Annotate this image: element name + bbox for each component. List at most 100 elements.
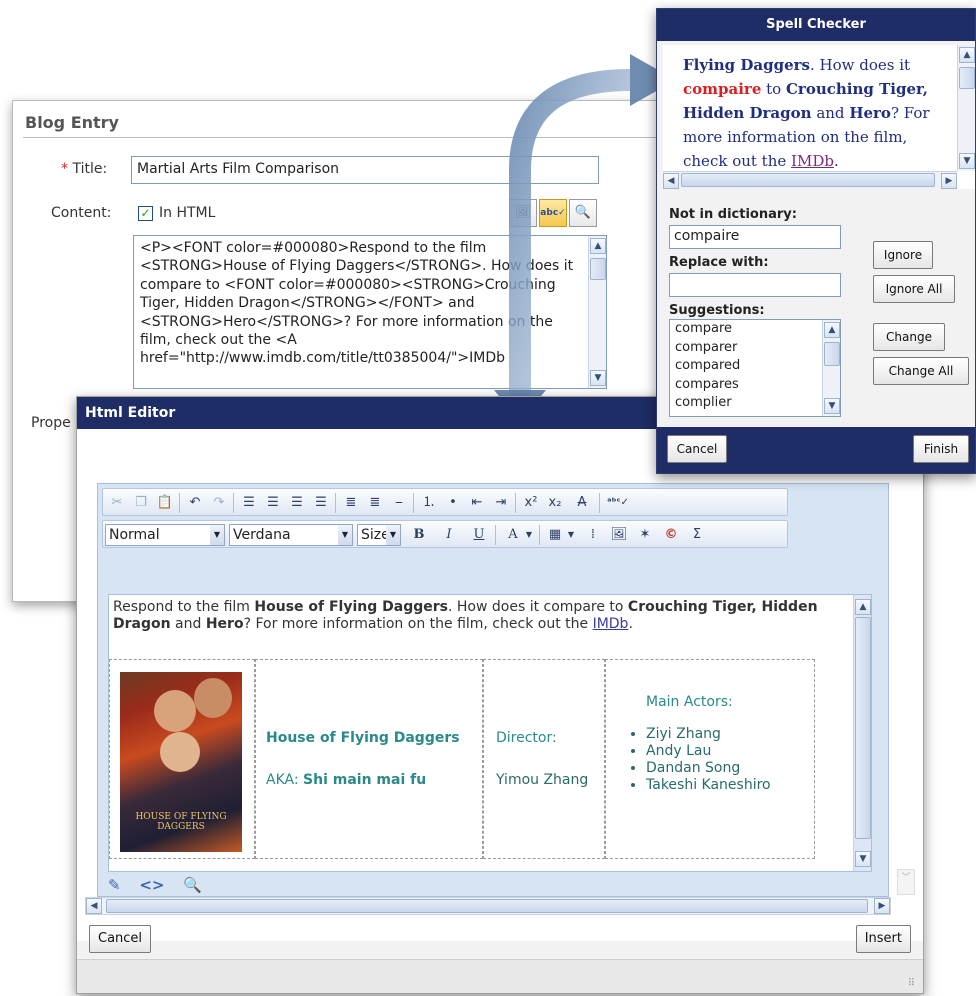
paste-icon[interactable]: 📋 xyxy=(155,492,175,514)
editor-content-area[interactable]: Respond to the film House of Flying Dagg… xyxy=(108,594,872,872)
replace-with-label: Replace with: xyxy=(669,255,769,270)
list-item[interactable]: complier xyxy=(670,394,840,413)
align-center-icon[interactable]: ☰ xyxy=(263,492,283,514)
scroll-left-icon[interactable]: ◀ xyxy=(663,173,679,189)
text-span: . How does it xyxy=(809,56,911,74)
aka-line: AKA: Shi main mai fu xyxy=(266,772,426,788)
ignore-all-button[interactable]: Ignore All xyxy=(873,275,955,303)
italic-button[interactable]: I xyxy=(439,524,459,546)
list-item[interactable]: compare xyxy=(670,320,840,339)
font-size-select[interactable]: Size ▼ xyxy=(357,524,401,546)
replace-with-input[interactable] xyxy=(669,273,841,297)
insert-image-toolbar-icon[interactable]: 🖼 xyxy=(609,524,629,546)
chevron-down-icon[interactable]: ﹀ xyxy=(898,870,914,883)
bold-button[interactable]: B xyxy=(409,524,429,546)
cancel-button[interactable]: Cancel xyxy=(89,925,152,953)
text-span: . xyxy=(628,616,633,632)
subscript-icon[interactable]: x₂ xyxy=(545,492,565,514)
scroll-up-icon[interactable]: ▲ xyxy=(855,599,871,615)
suggestions-list[interactable]: compare comparer compared compares compl… xyxy=(669,319,841,417)
redo-icon[interactable]: ↷ xyxy=(209,492,229,514)
vertical-scrollbar[interactable]: ▲ ▼ xyxy=(957,45,975,171)
imdb-link[interactable]: IMDb xyxy=(791,152,834,170)
separator xyxy=(599,493,600,513)
line-spacing-icon[interactable]: ≣ xyxy=(365,492,385,514)
horizontal-scrollbar[interactable]: ◀ ▶ xyxy=(663,171,957,189)
insert-media-icon[interactable]: ✶ xyxy=(635,524,655,546)
justify-icon[interactable]: ☰ xyxy=(311,492,331,514)
change-button[interactable]: Change xyxy=(873,323,945,351)
imdb-link[interactable]: IMDb xyxy=(593,616,629,632)
numbered-list-icon[interactable]: ⒈ xyxy=(419,492,439,514)
in-html-checkbox[interactable]: ✓ xyxy=(138,206,153,221)
paragraph-spacing-icon[interactable]: ≣ xyxy=(341,492,361,514)
scroll-thumb[interactable] xyxy=(681,173,935,187)
scroll-left-icon[interactable]: ◀ xyxy=(86,898,102,914)
resize-grip-icon[interactable]: ⠿ xyxy=(908,978,915,989)
text-span: . xyxy=(833,152,839,170)
scroll-up-icon[interactable]: ▲ xyxy=(959,47,975,63)
scroll-thumb[interactable] xyxy=(824,342,840,366)
design-mode-icon[interactable]: ✎ xyxy=(108,876,121,894)
finish-button[interactable]: Finish xyxy=(913,435,969,463)
scroll-thumb[interactable] xyxy=(106,899,868,913)
insert-button[interactable]: Insert xyxy=(855,925,911,953)
spell-checker-footer: Cancel Finish xyxy=(657,427,975,473)
director-label: Director: xyxy=(496,730,557,746)
outer-vertical-scrollbar[interactable]: ﹀ xyxy=(897,869,915,895)
film-title: House of Flying Daggers xyxy=(266,730,460,746)
scroll-right-icon[interactable]: ▶ xyxy=(941,173,957,189)
preview-mode-icon[interactable]: 🔍 xyxy=(183,876,202,894)
scroll-thumb[interactable] xyxy=(959,67,975,89)
scroll-thumb[interactable] xyxy=(855,617,871,839)
table-icon[interactable]: ▦ xyxy=(545,524,565,546)
toolbar-row-1: ✂ ❐ 📋 ↶ ↷ ☰ ☰ ☰ ☰ ≣ ≣ ⎯ ⒈ • ⇤ ⇥ x² x₂ A … xyxy=(102,488,788,516)
symbol-icon[interactable]: Σ xyxy=(687,524,707,546)
horizontal-rule-icon[interactable]: ⎯ xyxy=(389,492,409,514)
underline-button[interactable]: U xyxy=(469,524,489,546)
scroll-down-icon[interactable]: ▼ xyxy=(855,851,871,867)
scroll-down-icon[interactable]: ▼ xyxy=(824,398,840,414)
content-paragraph: Respond to the film House of Flying Dagg… xyxy=(113,599,853,633)
align-left-icon[interactable]: ☰ xyxy=(239,492,259,514)
not-in-dictionary-field[interactable]: compaire xyxy=(669,225,841,249)
list-item[interactable]: comparer xyxy=(670,339,840,358)
spell-check-toolbar-icon[interactable]: ᵃᵇᶜ✓ xyxy=(605,492,631,514)
list-item[interactable]: compares xyxy=(670,376,840,395)
indent-icon[interactable]: ⇥ xyxy=(491,492,511,514)
chevron-down-icon: ▼ xyxy=(386,525,400,545)
outdent-icon[interactable]: ⇤ xyxy=(467,492,487,514)
vertical-scrollbar[interactable]: ▲ ▼ xyxy=(853,595,871,871)
list-item: Ziyi Zhang xyxy=(646,726,771,743)
copyright-icon[interactable]: © xyxy=(661,524,681,546)
font-color-button[interactable]: A xyxy=(503,524,523,546)
text-span: Flying Daggers xyxy=(683,56,810,74)
html-mode-icon[interactable]: <> xyxy=(139,876,164,894)
cut-icon[interactable]: ✂ xyxy=(107,492,127,514)
table-cell-director: Director: Yimou Zhang xyxy=(483,659,605,859)
superscript-icon[interactable]: x² xyxy=(521,492,541,514)
separator xyxy=(233,493,234,513)
pagebreak-icon[interactable]: ⁞ xyxy=(583,524,603,546)
scroll-right-icon[interactable]: ▶ xyxy=(874,898,890,914)
scroll-down-icon[interactable]: ▼ xyxy=(959,153,975,169)
separator xyxy=(413,493,414,513)
strikethrough-icon[interactable]: A xyxy=(569,492,595,514)
scroll-up-icon[interactable]: ▲ xyxy=(824,322,840,338)
copy-icon[interactable]: ❐ xyxy=(131,492,151,514)
misspelled-word[interactable]: compaire xyxy=(683,80,761,98)
change-all-button[interactable]: Change All xyxy=(873,357,969,385)
horizontal-scrollbar[interactable]: ◀ ▶ xyxy=(85,897,891,915)
undo-icon[interactable]: ↶ xyxy=(185,492,205,514)
bullet-list-icon[interactable]: • xyxy=(443,492,463,514)
align-right-icon[interactable]: ☰ xyxy=(287,492,307,514)
in-html-label: In HTML xyxy=(159,205,216,221)
chevron-down-icon[interactable]: ▼ xyxy=(565,524,577,546)
ignore-button[interactable]: Ignore xyxy=(873,241,933,269)
list-item[interactable]: compared xyxy=(670,357,840,376)
paragraph-style-select[interactable]: Normal ▼ xyxy=(105,524,225,546)
chevron-down-icon[interactable]: ▼ xyxy=(523,524,535,546)
font-family-select[interactable]: Verdana ▼ xyxy=(229,524,353,546)
cancel-button[interactable]: Cancel xyxy=(667,435,727,463)
vertical-scrollbar[interactable]: ▲ ▼ xyxy=(822,320,840,416)
